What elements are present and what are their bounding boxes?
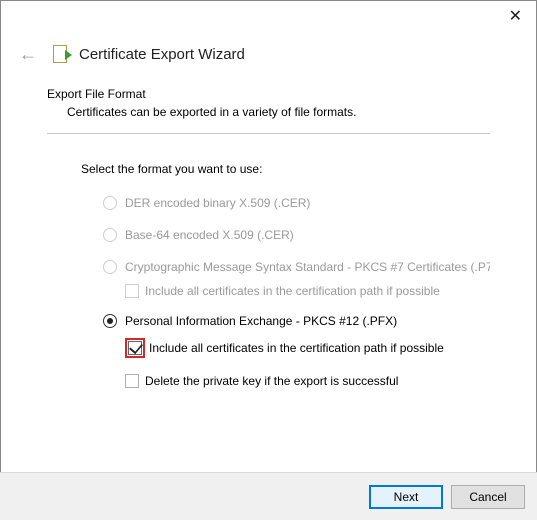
highlight-box [125,338,145,358]
option-base64: Base-64 encoded X.509 (.CER) [103,228,490,242]
checkbox-pfx-delete[interactable] [125,374,139,388]
radio-base64 [103,228,117,242]
option-pfx[interactable]: Personal Information Exchange - PKCS #12… [103,314,490,328]
option-pkcs7-label: Cryptographic Message Syntax Standard - … [125,260,490,274]
option-base64-label: Base-64 encoded X.509 (.CER) [125,228,294,242]
option-pfx-delete-label: Delete the private key if the export is … [145,374,398,388]
radio-pkcs7 [103,260,117,274]
option-pkcs7-include: Include all certificates in the certific… [125,284,490,298]
section-title: Export File Format [47,87,490,101]
checkbox-pfx-include[interactable] [128,341,142,355]
radio-pfx[interactable] [103,314,117,328]
content-area: Export File Format Certificates can be e… [1,87,536,388]
option-der-label: DER encoded binary X.509 (.CER) [125,196,310,210]
option-pfx-label: Personal Information Exchange - PKCS #12… [125,314,397,328]
page-title: Certificate Export Wizard [79,46,245,63]
divider [47,133,490,134]
next-button[interactable]: Next [369,485,443,509]
wizard-header: ← Certificate Export Wizard [1,33,536,87]
close-icon[interactable]: ✕ [509,9,522,25]
option-pfx-include[interactable]: Include all certificates in the certific… [125,338,490,358]
option-pkcs7-include-label: Include all certificates in the certific… [145,284,440,298]
checkbox-pkcs7-include [125,284,139,298]
option-pkcs7: Cryptographic Message Syntax Standard - … [103,260,490,274]
section-subtitle: Certificates can be exported in a variet… [67,105,490,119]
back-arrow-icon[interactable]: ← [19,45,37,63]
option-der: DER encoded binary X.509 (.CER) [103,196,490,210]
option-pfx-delete[interactable]: Delete the private key if the export is … [125,374,490,388]
footer: Next Cancel [0,472,537,520]
option-pfx-include-label: Include all certificates in the certific… [149,341,444,355]
cancel-button[interactable]: Cancel [451,485,525,509]
titlebar: ✕ [1,1,536,33]
format-options: DER encoded binary X.509 (.CER) Base-64 … [103,196,490,388]
radio-der [103,196,117,210]
format-prompt: Select the format you want to use: [81,162,490,176]
certificate-wizard-icon [51,43,71,65]
